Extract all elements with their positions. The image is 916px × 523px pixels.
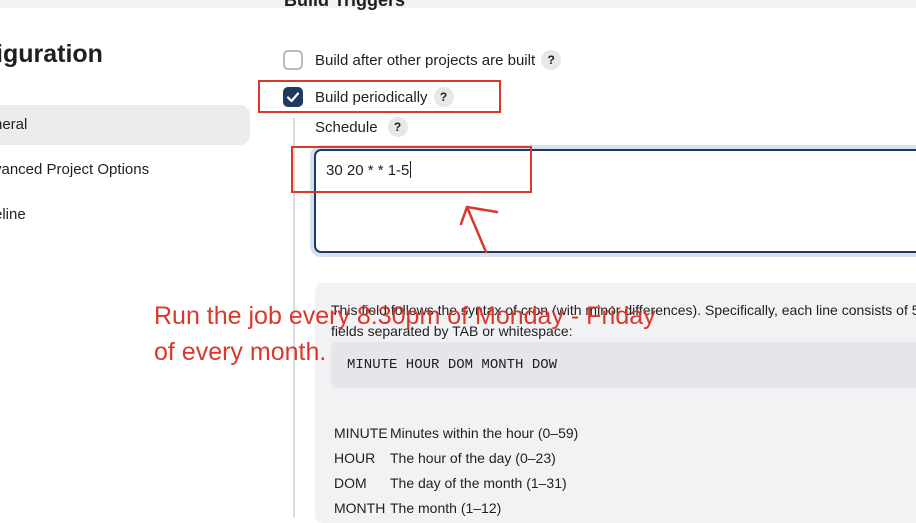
annotation-line-2: of every month. xyxy=(154,338,327,366)
help-icon[interactable]: ? xyxy=(387,117,408,137)
sidebar-item-advanced-project-options[interactable]: vanced Project Options xyxy=(0,150,250,190)
schedule-label-row: Schedule ? xyxy=(315,117,408,137)
annotation-box-schedule xyxy=(291,146,532,193)
field-desc: The month (1–12) xyxy=(390,499,502,516)
help-icon[interactable]: ? xyxy=(541,50,562,70)
sidebar-item-label: neral xyxy=(0,116,28,133)
trigger-build-after-other: Build after other projects are built ? xyxy=(283,48,562,72)
list-item: MONTH The month (1–12) xyxy=(334,495,578,520)
sidebar-item-label: vanced Project Options xyxy=(0,161,150,178)
field-key: HOUR xyxy=(334,449,376,466)
annotation-text: Run the job every 8:30pm of Monday - Fri… xyxy=(154,298,754,370)
schedule-label: Schedule xyxy=(315,118,378,136)
list-item: HOUR The hour of the day (0–23) xyxy=(334,445,578,470)
field-key: MINUTE xyxy=(334,424,388,441)
field-desc: The day of the month (1–31) xyxy=(390,474,567,491)
cron-field-list: MINUTE Minutes within the hour (0–59) HOU… xyxy=(334,420,578,520)
annotation-line-1: Run the job every 8:30pm of Monday - Fri… xyxy=(154,302,656,330)
build-after-other-checkbox[interactable] xyxy=(283,50,303,70)
annotation-arrow-icon xyxy=(459,205,499,254)
field-desc: The hour of the day (0–23) xyxy=(390,449,556,466)
annotation-box-build-periodically xyxy=(258,80,501,113)
section-title: Build Triggers xyxy=(284,0,406,10)
field-key: DOM xyxy=(334,474,367,491)
top-strip xyxy=(0,0,916,8)
sidebar-item-label: eline xyxy=(0,206,26,223)
build-after-other-label[interactable]: Build after other projects are built xyxy=(315,52,535,69)
field-key: MONTH xyxy=(334,499,386,516)
sidebar-item-general[interactable]: neral xyxy=(0,105,250,145)
sidebar-item-pipeline[interactable]: eline xyxy=(0,195,250,235)
page-title: iguration xyxy=(0,40,103,68)
list-item: MINUTE Minutes within the hour (0–59) xyxy=(334,420,578,445)
list-item: DOM The day of the month (1–31) xyxy=(334,470,578,495)
field-desc: Minutes within the hour (0–59) xyxy=(390,424,579,441)
